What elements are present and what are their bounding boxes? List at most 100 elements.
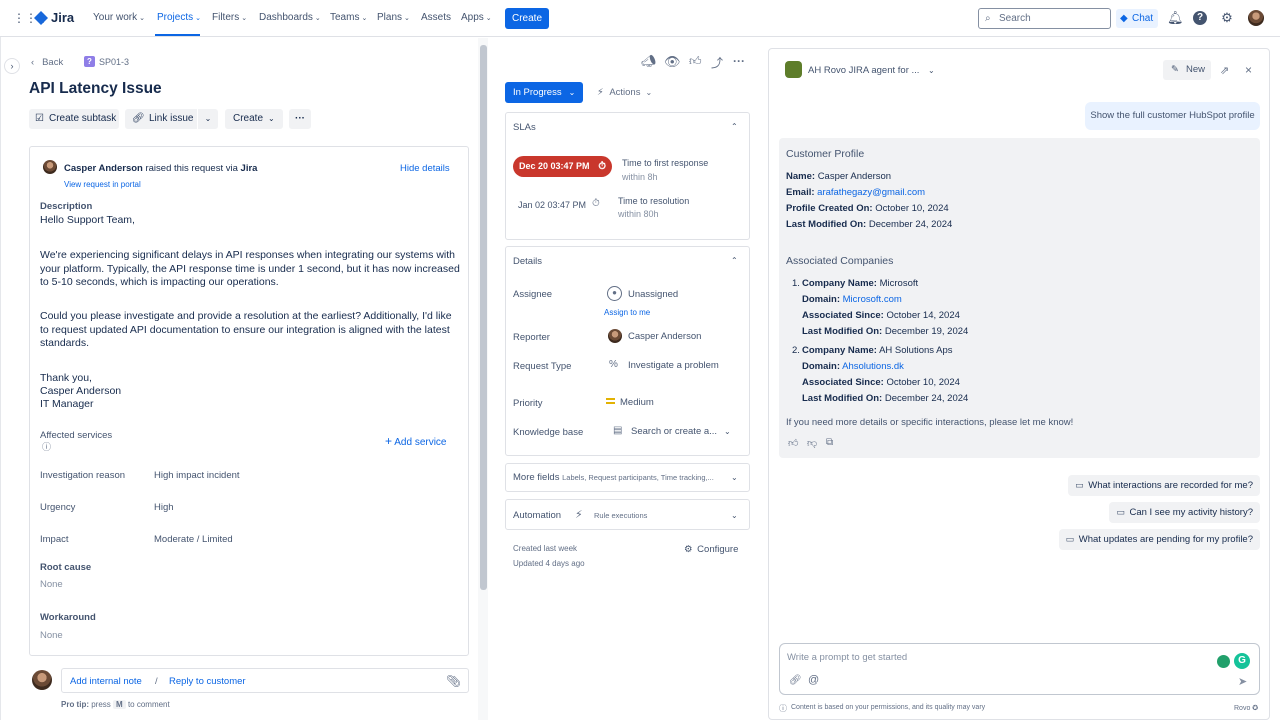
details-header[interactable]: Details (513, 256, 542, 267)
app-switcher-icon[interactable]: ⋮⋮⋮ (13, 12, 49, 25)
link-issue-button[interactable]: 🔗︎ Link issue (125, 109, 197, 129)
workaround-value[interactable]: None (40, 630, 63, 641)
grammarly-icon[interactable]: G (1234, 653, 1250, 669)
nav-assets[interactable]: Assets (421, 12, 451, 23)
hide-details-link[interactable]: Hide details (400, 163, 450, 174)
email-link[interactable]: arafathegazy@gmail.com (817, 187, 925, 198)
suggestion-label: What interactions are recorded for me? (1088, 480, 1253, 491)
sidebar-edge (0, 37, 1, 720)
reporter-value[interactable]: Casper Anderson (628, 331, 701, 342)
field-value[interactable]: Moderate / Limited (154, 534, 233, 545)
vote-thumbs-up-icon[interactable]: 👍︎ (689, 54, 702, 69)
prompt-input[interactable] (779, 643, 1260, 695)
nav-apps[interactable]: Apps ⌄ (461, 12, 492, 23)
suggestion-chip[interactable]: ▭ What updates are pending for my profile… (1058, 529, 1260, 550)
back-link[interactable]: ‹ Back (31, 57, 63, 68)
raised-by-line: Casper Anderson raised this request via … (64, 163, 257, 174)
notifications-icon[interactable]: 🔔︎ (1167, 10, 1184, 26)
reply-to-customer-link[interactable]: Reply to customer (169, 676, 246, 687)
nav-teams[interactable]: Teams ⌄ (330, 12, 367, 23)
send-icon[interactable]: ➤ (1238, 675, 1247, 688)
nav-projects[interactable]: Projects ⌄ (157, 12, 201, 23)
new-chat-button[interactable]: ✎ New (1163, 60, 1211, 80)
chevron-down-icon: ⌄ (195, 15, 201, 22)
nav-your-work[interactable]: Your work ⌄ (93, 12, 145, 23)
suggestion-chip[interactable]: ▭ What interactions are recorded for me? (1068, 475, 1260, 496)
domain-link[interactable]: Ahsolutions.dk (842, 361, 904, 372)
profile-title: Customer Profile (786, 148, 865, 160)
help-icon[interactable]: ? (1193, 11, 1207, 25)
field-label: Investigation reason (40, 470, 126, 481)
create-subtask-button[interactable]: ☑ Create subtask (29, 109, 119, 129)
status-dropdown[interactable]: In Progress ⌄ (505, 82, 583, 103)
chevron-down-icon[interactable]: ⌄ (724, 427, 731, 436)
lightbulb-icon[interactable] (1217, 655, 1230, 668)
create-dropdown-button[interactable]: Create ⌄ (225, 109, 283, 129)
more-actions-button[interactable]: ··· (289, 109, 311, 129)
thumbs-down-icon[interactable]: 👎︎ (807, 437, 817, 449)
assign-to-me-link[interactable]: Assign to me (604, 308, 650, 317)
active-nav-indicator (155, 34, 200, 36)
nav-plans[interactable]: Plans ⌄ (377, 12, 410, 23)
root-cause-value[interactable]: None (40, 579, 63, 590)
field-value[interactable]: High (154, 502, 174, 513)
configure-label: Configure (697, 544, 739, 555)
settings-gear-icon[interactable]: ⚙ (1219, 10, 1235, 26)
user-avatar[interactable] (1248, 10, 1264, 26)
suggestion-chip[interactable]: ▭ Can I see my activity history? (1109, 502, 1260, 523)
view-portal-link[interactable]: View request in portal (64, 180, 141, 189)
nav-filters[interactable]: Filters ⌄ (212, 12, 247, 23)
open-external-icon[interactable]: ⇗ (1220, 64, 1229, 77)
chevron-down-icon[interactable]: ⌄ (731, 511, 738, 520)
issue-key[interactable]: SP01-3 (99, 57, 129, 67)
search-input[interactable]: ⌕ Search (978, 8, 1111, 29)
signoff-line-3: IT Manager (40, 398, 94, 410)
create-button[interactable]: Create (505, 8, 549, 29)
nav-dashboards[interactable]: Dashboards ⌄ (259, 12, 321, 23)
add-service-button[interactable]: + Add service (385, 434, 447, 448)
key: Domain: (802, 361, 840, 372)
request-type-value[interactable]: Investigate a problem (628, 360, 719, 371)
jira-logo-text[interactable]: Jira (51, 10, 74, 25)
configure-button[interactable]: ⚙ Configure (684, 544, 738, 555)
issue-title[interactable]: API Latency Issue (29, 80, 162, 98)
more-icon[interactable]: ··· (733, 54, 745, 68)
mention-at-icon[interactable]: @ (808, 674, 819, 686)
watch-eye-icon[interactable]: 👁︎ (664, 54, 681, 70)
copy-icon[interactable]: ⧉ (826, 437, 833, 448)
knowledge-base-select[interactable]: Search or create a... (631, 426, 717, 437)
gear-icon: ⚙ (684, 544, 693, 555)
actions-label: Actions (609, 87, 641, 98)
actions-dropdown[interactable]: ⚡︎ Actions ⌄ (597, 87, 652, 98)
expand-sidebar-chevron-icon[interactable]: › (4, 58, 20, 74)
chevron-up-icon[interactable]: ⌃ (731, 122, 738, 131)
link-issue-dropdown[interactable]: ⌄ (198, 109, 218, 129)
slas-header[interactable]: SLAs (513, 122, 536, 133)
field-value[interactable]: High impact incident (154, 470, 240, 481)
chat-button[interactable]: ◆ Chat (1116, 9, 1158, 28)
assignee-value[interactable]: Unassigned (628, 289, 678, 300)
link-icon[interactable]: 🔗︎ (789, 675, 802, 686)
chevron-down-icon: ⌄ (241, 15, 248, 22)
nav-label: Teams (330, 12, 360, 23)
knowledge-base-icon: ▤ (613, 425, 623, 436)
close-icon[interactable]: × (1245, 63, 1252, 77)
feedback-megaphone-icon[interactable]: 📣︎ (641, 54, 656, 68)
chevron-down-icon[interactable]: ⌄ (731, 473, 738, 482)
reporter-name[interactable]: Casper Anderson (64, 163, 143, 174)
more-icon: ··· (295, 113, 305, 124)
domain-link[interactable]: Microsoft.com (843, 294, 902, 305)
chevron-down-icon[interactable]: ⌄ (928, 66, 935, 75)
suggestion-label: What updates are pending for my profile? (1078, 534, 1253, 545)
attach-paperclip-icon[interactable]: 📎︎ (446, 674, 461, 688)
add-internal-note-link[interactable]: Add internal note (70, 676, 142, 687)
chat-label: Chat (1132, 13, 1154, 24)
share-icon[interactable]: ⤴ (711, 54, 723, 71)
agent-avatar-icon (785, 61, 802, 78)
chevron-up-icon[interactable]: ⌃ (731, 256, 738, 265)
agent-name[interactable]: AH Rovo JIRA agent for ... (808, 65, 919, 76)
root-cause-label: Root cause (40, 562, 92, 573)
priority-value[interactable]: Medium (620, 397, 654, 408)
scrollbar-thumb[interactable] (480, 45, 487, 590)
thumbs-up-icon[interactable]: 👍︎ (788, 437, 798, 449)
